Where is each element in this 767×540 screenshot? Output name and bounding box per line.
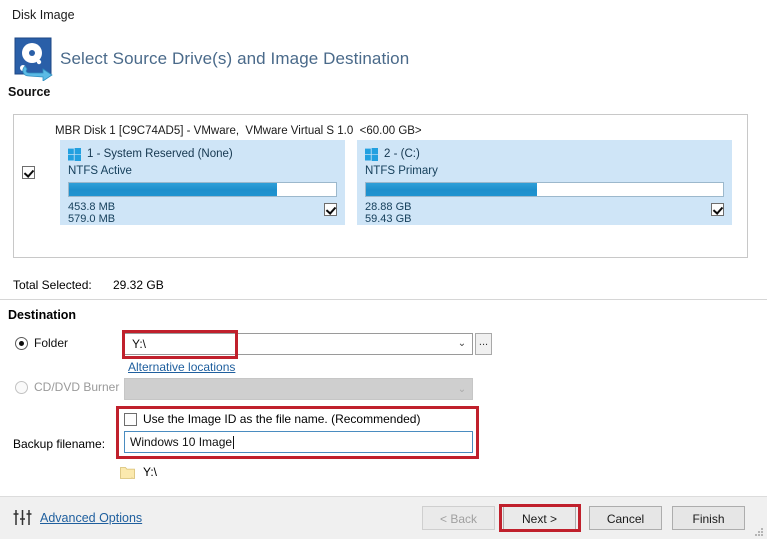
window-title: Disk Image: [0, 0, 767, 30]
backup-filename-label: Backup filename:: [13, 437, 106, 451]
use-image-id-row[interactable]: Use the Image ID as the file name. (Reco…: [124, 412, 420, 426]
source-panel: MBR Disk 1 [C9C74AD5] - VMware, VMware V…: [13, 114, 748, 258]
next-button[interactable]: Next >: [503, 506, 576, 530]
cd-burner-radio-label: CD/DVD Burner: [34, 380, 120, 394]
page-title: Select Source Drive(s) and Image Destina…: [60, 49, 410, 68]
text-caret: [233, 435, 235, 449]
checkbox-glyph: [22, 166, 35, 180]
folder-icon: [120, 466, 135, 479]
browse-folder-button[interactable]: ...: [475, 333, 492, 355]
chevron-down-icon: ⌄: [457, 383, 467, 395]
total-selected-label: Total Selected:: [13, 278, 92, 292]
disk-header-label: MBR Disk 1 [C9C74AD5] - VMware, VMware V…: [55, 125, 422, 137]
partition-header: 2 - (C:): [365, 146, 724, 162]
alternative-locations-link[interactable]: Alternative locations: [128, 360, 235, 374]
windows-logo-icon: [365, 147, 378, 161]
cancel-button[interactable]: Cancel: [589, 506, 662, 530]
partition-filesystem: NTFS Primary: [365, 165, 438, 177]
folder-radio-label: Folder: [34, 336, 69, 350]
cd-burner-combobox: ⌄: [124, 378, 473, 400]
disk-select-checkbox[interactable]: [22, 165, 35, 180]
cd-burner-radio[interactable]: [15, 380, 28, 394]
finish-button[interactable]: Finish: [672, 506, 745, 530]
page-banner: Select Source Drive(s) and Image Destina…: [0, 30, 767, 106]
total-selected-value: 29.32 GB: [113, 278, 164, 292]
use-image-id-checkbox[interactable]: [124, 412, 137, 426]
destination-folder-combobox[interactable]: Y:\ ⌄: [124, 333, 473, 355]
use-image-id-label: Use the Image ID as the file name. (Reco…: [143, 412, 421, 426]
destination-path-value: Y:\: [143, 465, 158, 479]
section-divider: [0, 299, 767, 300]
destination-section-title: Destination: [8, 308, 77, 322]
partition-usage-fill: [69, 183, 278, 196]
partition-usage-fill: [366, 183, 538, 196]
destination-path-preview: Y:\: [120, 465, 157, 479]
advanced-options-link[interactable]: Advanced Options: [40, 511, 142, 525]
chevron-down-icon[interactable]: ⌄: [452, 339, 472, 349]
partition-filesystem: NTFS Active: [68, 165, 132, 177]
window-title-text: Disk Image: [12, 8, 75, 22]
partition-sizes: 453.8 MB 579.0 MB: [68, 201, 337, 225]
windows-logo-icon: [68, 147, 81, 161]
sliders-icon: [13, 509, 32, 526]
partition-usage-bar: [365, 182, 724, 197]
partition-name: 1 - System Reserved (None): [87, 148, 233, 160]
destination-folder-value: Y:\: [132, 337, 147, 351]
partition-usage-bar: [68, 182, 337, 197]
folder-radio[interactable]: [15, 336, 28, 350]
partition-list: 1 - System Reserved (None) NTFS Active 4…: [60, 140, 737, 225]
partition-select-checkbox[interactable]: [324, 202, 337, 216]
checkbox-glyph: [324, 203, 337, 216]
partition-name: 2 - (C:): [384, 148, 420, 160]
back-button[interactable]: < Back: [422, 506, 495, 530]
total-selected-row: Total Selected: 29.32 GB: [0, 274, 767, 302]
partition-used: 28.88 GB: [365, 201, 412, 213]
partition-total: 579.0 MB: [68, 213, 116, 225]
source-section-label: Source: [8, 85, 51, 99]
backup-filename-value: Windows 10 Image: [130, 435, 233, 449]
advanced-options-row[interactable]: Advanced Options: [13, 509, 142, 526]
partition-select-checkbox[interactable]: [711, 202, 724, 216]
partition-card[interactable]: 1 - System Reserved (None) NTFS Active 4…: [60, 140, 345, 225]
resize-grip[interactable]: [754, 526, 764, 536]
partition-sizes: 28.88 GB 59.43 GB: [365, 201, 724, 225]
backup-filename-input[interactable]: Windows 10 Image: [124, 431, 473, 453]
folder-radio-row[interactable]: Folder: [15, 336, 68, 350]
partition-header: 1 - System Reserved (None): [68, 146, 337, 162]
hard-disk-icon: [13, 36, 58, 82]
checkbox-glyph: [711, 203, 724, 216]
partition-used: 453.8 MB: [68, 201, 116, 213]
partition-card[interactable]: 2 - (C:) NTFS Primary 28.88 GB 59.43 GB: [357, 140, 732, 225]
cd-burner-radio-row[interactable]: CD/DVD Burner: [15, 380, 119, 394]
partition-total: 59.43 GB: [365, 213, 412, 225]
